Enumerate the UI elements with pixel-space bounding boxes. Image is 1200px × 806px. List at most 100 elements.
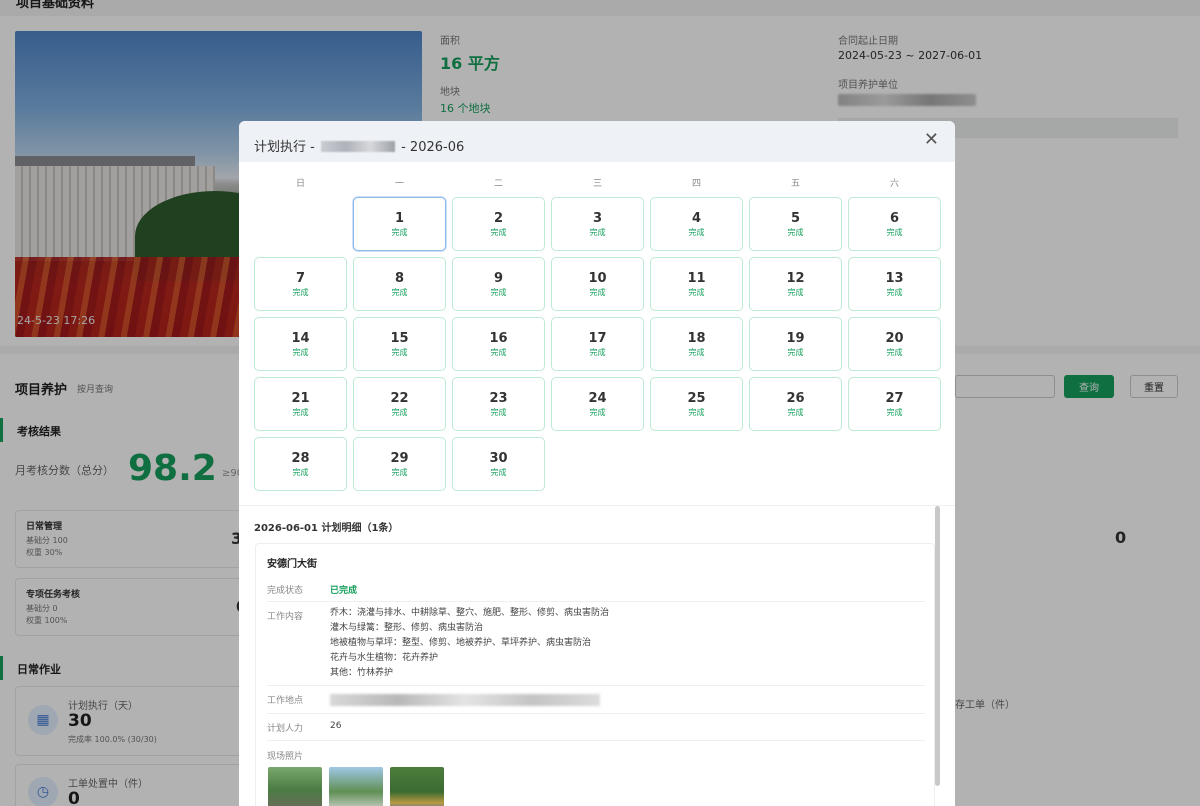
- location-value-redacted: [330, 694, 600, 706]
- day-status: 完成: [292, 468, 309, 477]
- day-number: 27: [885, 391, 904, 406]
- calendar-day-13[interactable]: 13 完成: [848, 257, 941, 311]
- day-number: 16: [489, 331, 508, 346]
- weekday-label: 日: [295, 179, 305, 189]
- calendar-day-14[interactable]: 14 完成: [254, 317, 347, 371]
- day-status: 完成: [886, 408, 903, 417]
- calendar-day-8[interactable]: 8 完成: [353, 257, 446, 311]
- day-number: 15: [390, 331, 409, 346]
- day-status: 完成: [787, 228, 804, 237]
- calendar-day-7[interactable]: 7 完成: [254, 257, 347, 311]
- day-status: 完成: [292, 408, 309, 417]
- day-status: 完成: [688, 288, 705, 297]
- calendar-day-12[interactable]: 12 完成: [749, 257, 842, 311]
- calendar-day-21[interactable]: 21 完成: [254, 377, 347, 431]
- modal-title: 计划执行 - - 2026-06: [254, 136, 464, 155]
- day-number: 11: [687, 271, 706, 286]
- day-status: 完成: [391, 348, 408, 357]
- day-status: 完成: [292, 288, 309, 297]
- day-status: 完成: [391, 408, 408, 417]
- weekday-label: 五: [790, 179, 800, 189]
- day-status: 完成: [391, 468, 408, 477]
- day-number: 9: [493, 271, 504, 286]
- day-number: 25: [687, 391, 706, 406]
- weekday-label: 三: [592, 179, 602, 189]
- day-number: 29: [390, 451, 409, 466]
- day-number: 17: [588, 331, 607, 346]
- day-number: 19: [786, 331, 805, 346]
- day-number: 1: [394, 211, 405, 226]
- calendar-day-30[interactable]: 30 完成: [452, 437, 545, 491]
- project-name-redacted: [320, 141, 395, 152]
- site-photo-thumbnail[interactable]: [329, 767, 383, 806]
- calendar-day-10[interactable]: 10 完成: [551, 257, 644, 311]
- calendar-day-20[interactable]: 20 完成: [848, 317, 941, 371]
- people-row: 计划人力 26: [267, 714, 925, 741]
- day-status: 完成: [490, 348, 507, 357]
- day-status: 完成: [787, 288, 804, 297]
- day-status: 完成: [886, 348, 903, 357]
- modal-header: 计划执行 - - 2026-06 ✕: [239, 121, 955, 162]
- close-icon[interactable]: ✕: [924, 131, 939, 149]
- calendar-day-4[interactable]: 4 完成: [650, 197, 743, 251]
- calendar-day-22[interactable]: 22 完成: [353, 377, 446, 431]
- status-row: 完成状态 已完成: [267, 578, 925, 602]
- content-line: 其他：竹林养护: [330, 668, 394, 678]
- day-status: 完成: [391, 228, 408, 237]
- day-status: 完成: [589, 408, 606, 417]
- calendar-day-2[interactable]: 2 完成: [452, 197, 545, 251]
- status-key: 完成状态: [267, 586, 304, 596]
- day-status: 完成: [589, 348, 606, 357]
- calendar-day-26[interactable]: 26 完成: [749, 377, 842, 431]
- calendar-day-28[interactable]: 28 完成: [254, 437, 347, 491]
- calendar-day-18[interactable]: 18 完成: [650, 317, 743, 371]
- day-number: 6: [889, 211, 900, 226]
- modal-title-prefix: 计划执行 -: [254, 140, 319, 155]
- day-status: 完成: [589, 288, 606, 297]
- calendar-day-29[interactable]: 29 完成: [353, 437, 446, 491]
- weekday-label: 六: [889, 179, 899, 189]
- calendar-day-11[interactable]: 11 完成: [650, 257, 743, 311]
- people-key: 计划人力: [267, 724, 304, 734]
- day-status: 完成: [787, 408, 804, 417]
- calendar-day-25[interactable]: 25 完成: [650, 377, 743, 431]
- weekday-label: 四: [691, 179, 701, 189]
- location-name: 安德门大街: [267, 559, 317, 570]
- day-number: 12: [786, 271, 805, 286]
- calendar-day-24[interactable]: 24 完成: [551, 377, 644, 431]
- day-status: 完成: [589, 228, 606, 237]
- location-key: 工作地点: [267, 696, 304, 706]
- content-key: 工作内容: [267, 612, 304, 622]
- calendar-day-3[interactable]: 3 完成: [551, 197, 644, 251]
- calendar-day-19[interactable]: 19 完成: [749, 317, 842, 371]
- calendar-day-9[interactable]: 9 完成: [452, 257, 545, 311]
- plan-execution-modal: 计划执行 - - 2026-06 ✕ 日一二三四五六 1 完成 2 完成 3 完成 4 完成 5…: [239, 121, 955, 806]
- content-line: 乔木：浇灌与排水、中耕除草、整穴、施肥、整形、修剪、病虫害防治: [330, 608, 610, 618]
- detail-scrollbar[interactable]: [935, 506, 940, 786]
- weekday-label: 二: [493, 179, 503, 189]
- day-number: 10: [588, 271, 607, 286]
- calendar-day-16[interactable]: 16 完成: [452, 317, 545, 371]
- calendar-day-27[interactable]: 27 完成: [848, 377, 941, 431]
- site-photo-thumbnail[interactable]: [268, 767, 322, 806]
- day-number: 24: [588, 391, 607, 406]
- day-status: 完成: [688, 228, 705, 237]
- day-status: 完成: [490, 288, 507, 297]
- calendar-day-23[interactable]: 23 完成: [452, 377, 545, 431]
- day-number: 21: [291, 391, 310, 406]
- day-status: 完成: [490, 468, 507, 477]
- photos-key: 现场照片: [267, 752, 304, 762]
- weekday-header: 日一二三四五六: [254, 176, 954, 189]
- day-number: 28: [291, 451, 310, 466]
- site-photo-thumbnail[interactable]: [390, 767, 444, 806]
- calendar-day-15[interactable]: 15 完成: [353, 317, 446, 371]
- calendar-day-1[interactable]: 1 完成: [353, 197, 446, 251]
- calendar-day-6[interactable]: 6 完成: [848, 197, 941, 251]
- day-number: 14: [291, 331, 310, 346]
- modal-title-suffix: - 2026-06: [396, 140, 465, 155]
- people-value: 26: [330, 721, 342, 731]
- calendar-day-17[interactable]: 17 完成: [551, 317, 644, 371]
- location-row: 工作地点: [267, 686, 925, 714]
- calendar-day-5[interactable]: 5 完成: [749, 197, 842, 251]
- day-number: 8: [394, 271, 405, 286]
